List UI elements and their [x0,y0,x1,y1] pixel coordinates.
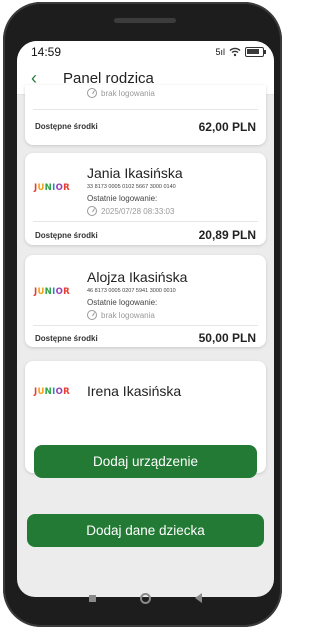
status-bar: 14:59 5ıl [17,41,274,63]
funds-value: 20,89 PLN [198,228,256,242]
child-card-partial[interactable]: brak logowania Dostępne środki 62,00 PLN [25,85,266,145]
funds-label: Dostępne środki [35,334,98,343]
child-name: Irena Ikasińska [87,383,182,399]
system-nav-bar [17,578,274,618]
child-card-alojza[interactable]: JUNIOR Alojza Ikasińska 46 8173 0005 020… [25,255,266,347]
clock-icon [87,88,97,98]
divider [33,325,258,326]
add-device-button[interactable]: Dodaj urządzenie [34,445,257,478]
last-login-value: 2025/07/28 08:33:03 [101,206,175,216]
divider [33,109,258,110]
back-triangle-icon[interactable] [195,593,202,603]
app-screen: 14:59 5ıl ‹ Panel rodzica brak logowania [17,41,274,597]
wifi-icon [229,47,241,57]
divider [33,221,258,222]
junior-logo: JUNIOR [34,183,70,193]
funds-label: Dostępne środki [35,231,98,240]
junior-logo: JUNIOR [34,287,70,297]
last-login-value-row: brak logowania [87,88,155,98]
clock-icon [87,310,97,320]
home-icon[interactable] [140,592,151,604]
status-icons: 5ıl [215,47,266,57]
speaker-grille [114,18,176,23]
funds-value: 50,00 PLN [198,331,256,345]
last-login-label: Ostatnie logowanie: [87,298,158,307]
recent-apps-icon[interactable] [89,594,96,602]
child-card-jania[interactable]: JUNIOR Jania Ikasińska 33 8173 0005 0102… [25,153,266,245]
add-child-data-button[interactable]: Dodaj dane dziecka [27,514,264,547]
signal-icon: 5ıl [215,47,225,57]
funds-value: 62,00 PLN [198,120,256,134]
last-login-value-row: brak logowania [87,310,155,320]
funds-label: Dostępne środki [35,122,98,131]
last-login-label: Ostatnie logowanie: [87,194,158,203]
status-time: 14:59 [31,45,62,59]
account-number: 33 8173 0005 0102 5667 3000 0140 [87,184,176,190]
child-name: Alojza Ikasińska [87,269,188,285]
account-number: 46 8173 0005 0207 5941 3000 0010 [87,288,176,294]
junior-logo: JUNIOR [34,387,70,397]
last-login-value: brak logowania [101,88,155,98]
last-login-value-row: 2025/07/28 08:33:03 [87,206,174,216]
phone-frame: 14:59 5ıl ‹ Panel rodzica brak logowania [3,2,282,627]
clock-icon [87,206,97,216]
last-login-value: brak logowania [101,310,155,320]
battery-icon [245,47,266,57]
child-name: Jania Ikasińska [87,165,183,181]
